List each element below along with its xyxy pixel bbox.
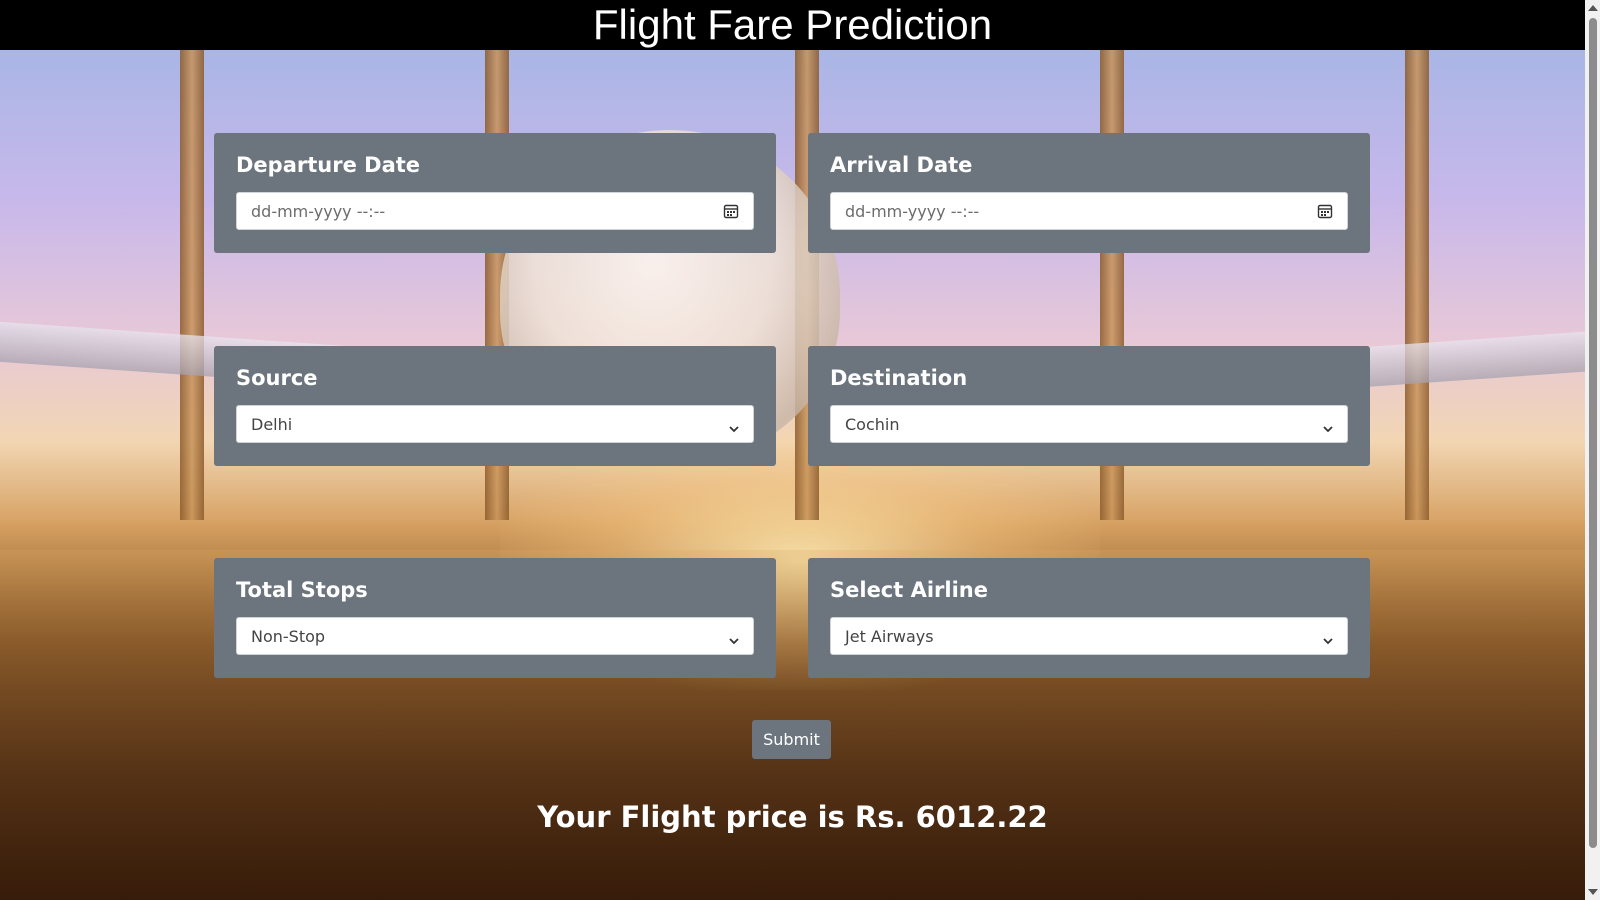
departure-date-label: Departure Date xyxy=(236,153,421,177)
arrival-date-label: Arrival Date xyxy=(830,153,973,177)
source-label: Source xyxy=(236,366,318,390)
departure-date-placeholder: dd-mm-yyyy --:-- xyxy=(251,201,386,221)
departure-date-card: Departure Date dd-mm-yyyy --:-- xyxy=(214,133,776,253)
page-header: Flight Fare Prediction xyxy=(0,0,1585,50)
total-stops-label: Total Stops xyxy=(236,578,368,602)
prediction-result: Your Flight price is Rs. 6012.22 xyxy=(537,800,1048,834)
total-stops-select[interactable]: Non-Stop xyxy=(236,617,754,655)
arrival-date-card: Arrival Date dd-mm-yyyy --:-- xyxy=(808,133,1370,253)
chevron-down-icon xyxy=(1323,419,1333,433)
total-stops-value: Non-Stop xyxy=(251,626,326,646)
destination-select[interactable]: Cochin xyxy=(830,405,1348,443)
calendar-icon[interactable] xyxy=(1317,203,1333,219)
destination-label: Destination xyxy=(830,366,968,390)
scrollbar-thumb[interactable] xyxy=(1589,18,1597,848)
source-select[interactable]: Delhi xyxy=(236,405,754,443)
chevron-down-icon xyxy=(729,631,739,645)
departure-date-input[interactable]: dd-mm-yyyy --:-- xyxy=(236,192,754,230)
source-card: Source Delhi xyxy=(214,346,776,466)
chevron-down-icon xyxy=(729,419,739,433)
destination-value: Cochin xyxy=(845,414,900,434)
scroll-up-arrow-icon[interactable] xyxy=(1588,5,1598,11)
chevron-down-icon xyxy=(1323,631,1333,645)
submit-button[interactable]: Submit xyxy=(752,720,831,759)
airline-label: Select Airline xyxy=(830,578,989,602)
airline-select[interactable]: Jet Airways xyxy=(830,617,1348,655)
airline-card: Select Airline Jet Airways xyxy=(808,558,1370,678)
arrival-date-placeholder: dd-mm-yyyy --:-- xyxy=(845,201,980,221)
vertical-scrollbar[interactable] xyxy=(1585,0,1600,900)
total-stops-card: Total Stops Non-Stop xyxy=(214,558,776,678)
calendar-icon[interactable] xyxy=(723,203,739,219)
destination-card: Destination Cochin xyxy=(808,346,1370,466)
scroll-down-arrow-icon[interactable] xyxy=(1588,889,1598,895)
source-value: Delhi xyxy=(251,414,293,434)
airline-value: Jet Airways xyxy=(845,626,934,646)
page-title: Flight Fare Prediction xyxy=(592,1,993,48)
arrival-date-input[interactable]: dd-mm-yyyy --:-- xyxy=(830,192,1348,230)
